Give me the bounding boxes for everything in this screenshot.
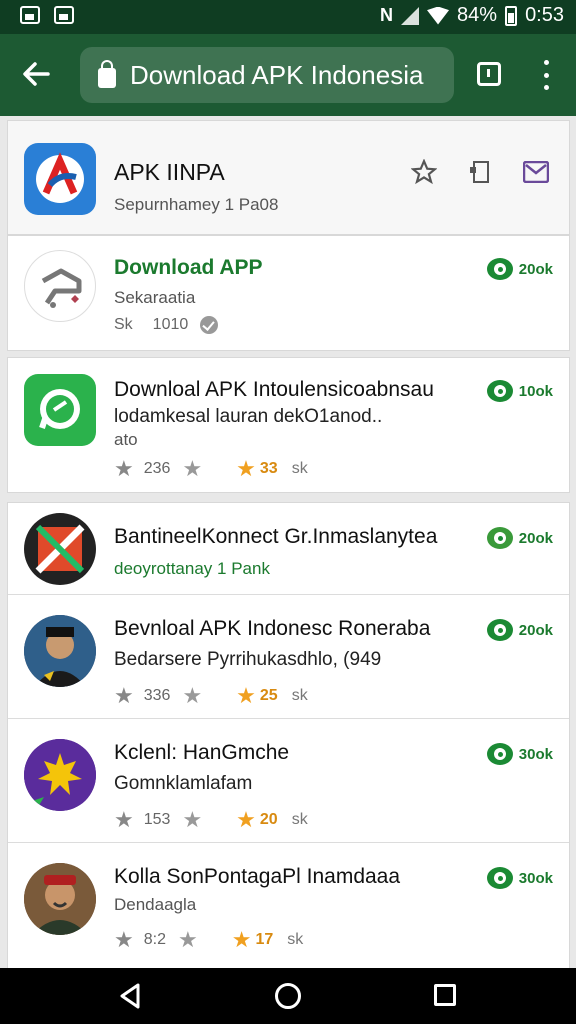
download-size: sk: [287, 931, 304, 948]
tabs-button[interactable]: [477, 62, 501, 86]
url-bar[interactable]: Download APK Indonesia: [80, 47, 454, 103]
star-outline-icon: ★: [182, 807, 203, 832]
app-title: Bevnloal APK Indonesc Roneraba: [114, 617, 431, 640]
star-filled-icon: ★: [231, 927, 252, 952]
eye-icon: [486, 743, 513, 765]
app-title: Kolla SonPontagaPl Inamdaaa: [114, 865, 401, 888]
share-icon[interactable]: [467, 159, 493, 185]
star-icon: ★: [114, 807, 134, 832]
star-outline-icon: ★: [182, 683, 203, 708]
app-card-download-app[interactable]: Download APP Sekaraatia Sk 1010 20ok: [7, 235, 570, 351]
rating-value: 17: [255, 931, 274, 948]
download-count-badge: 20ok: [486, 258, 553, 280]
rating-gray: 236: [143, 460, 171, 477]
star-filled-icon: ★: [236, 807, 256, 832]
battery-percent: 84%: [457, 4, 498, 26]
app-subtitle: Gomnklamlafam: [114, 773, 253, 794]
app-title: Kclenl: HanGmche: [114, 741, 290, 764]
status-bar: N 84% 0:53: [0, 0, 576, 34]
eye-icon: [486, 867, 513, 889]
verified-icon: [200, 316, 219, 334]
wifi-icon: [427, 6, 450, 25]
eye-icon: [486, 619, 513, 641]
app-title: Downloal APK Intoulensicoabnsau: [114, 378, 434, 401]
rating-value: 20: [259, 811, 278, 828]
header-subtitle: Sepurnhamey 1 Pa08: [114, 195, 279, 214]
user-avatar: [24, 863, 96, 935]
app-subtitle: deoyrottanay 1 Pank: [114, 559, 270, 578]
image-notification-icon: [54, 6, 74, 24]
rating-value: 25: [259, 687, 278, 704]
nfc-icon: N: [380, 5, 394, 25]
app-icon: [24, 739, 96, 811]
download-count-badge: 30ok: [486, 867, 553, 889]
header-title: APK IINPA: [114, 159, 225, 185]
user-avatar: [24, 615, 96, 687]
app-meta-a: Sk: [114, 316, 133, 333]
lock-icon: [98, 60, 116, 88]
download-count-badge: 30ok: [486, 743, 553, 765]
overflow-menu-button[interactable]: [540, 60, 552, 90]
star-filled-icon: ★: [236, 683, 256, 708]
eye-icon: [486, 527, 513, 549]
app-subtitle-extra: ato: [114, 430, 138, 449]
content-area: APK IINPA Sepurnhamey 1 Pa08 Download AP…: [0, 116, 576, 968]
list-item[interactable]: BantineelKonnect Gr.Inmaslanytea deoyrot…: [8, 503, 569, 595]
download-size: sk: [291, 687, 308, 704]
list-item[interactable]: Bevnloal APK Indonesc Roneraba Bedarsere…: [8, 595, 569, 719]
clock: 0:53: [525, 4, 564, 26]
list-item[interactable]: Kolla SonPontagaPl Inamdaaa Dendaagla ★ …: [8, 843, 569, 968]
app-title: Download APP: [114, 256, 263, 279]
app-icon: [24, 374, 96, 446]
nav-back-icon[interactable]: [118, 982, 142, 1010]
url-title: Download APK Indonesia: [130, 59, 424, 90]
gallery-notification-icon: [20, 6, 40, 24]
download-count-badge: 20ok: [486, 619, 553, 641]
star-icon: ★: [114, 456, 134, 481]
rating-gray: 336: [143, 687, 171, 704]
download-size: sk: [291, 811, 308, 828]
app-header-card: APK IINPA Sepurnhamey 1 Pa08: [7, 120, 570, 235]
app-icon: [24, 513, 96, 585]
star-outline-icon: ★: [177, 927, 198, 952]
star-outline-icon: ★: [182, 456, 203, 481]
signal-icon: [401, 6, 420, 25]
download-count-badge: 10ok: [486, 380, 553, 402]
star-icon: ★: [114, 683, 134, 708]
app-subtitle: Bedarsere Pyrrihukasdhlo, (949: [114, 649, 382, 670]
nav-home-icon[interactable]: [275, 983, 301, 1009]
battery-icon: [505, 5, 518, 26]
star-filled-icon: ★: [236, 456, 256, 481]
eye-icon: [486, 258, 513, 280]
rating-gray: 8:2: [143, 931, 166, 948]
list-item[interactable]: Kclenl: HanGmche Gomnklamlafam ★ 153 ★ ★…: [8, 719, 569, 843]
app-list-card: BantineelKonnect Gr.Inmaslanytea deoyrot…: [7, 502, 570, 968]
app-logo-icon: [24, 143, 96, 215]
app-title: BantineelKonnect Gr.Inmaslanytea: [114, 525, 438, 548]
app-meta-b: 1010: [152, 316, 189, 333]
favorite-star-icon[interactable]: [411, 159, 437, 185]
app-icon: [24, 250, 96, 322]
back-arrow-icon[interactable]: [20, 58, 52, 90]
browser-toolbar: Download APK Indonesia: [0, 34, 576, 116]
eye-icon: [486, 380, 513, 402]
app-subtitle: lodamkesal lauran dekO1anod..: [114, 406, 383, 427]
app-subtitle: Sekaraatia: [114, 288, 196, 307]
mail-icon[interactable]: [523, 159, 549, 185]
system-nav-bar: [0, 968, 576, 1024]
app-card-downloal-apk[interactable]: Downloal APK Intoulensicoabnsau lodamkes…: [7, 357, 570, 493]
nav-recents-icon[interactable]: [434, 984, 456, 1006]
download-size: sk: [291, 460, 308, 477]
star-icon: ★: [114, 927, 134, 952]
rating-value: 33: [259, 460, 278, 477]
download-count-badge: 20ok: [486, 527, 553, 549]
app-subtitle: Dendaagla: [114, 895, 197, 914]
rating-gray: 153: [143, 811, 171, 828]
